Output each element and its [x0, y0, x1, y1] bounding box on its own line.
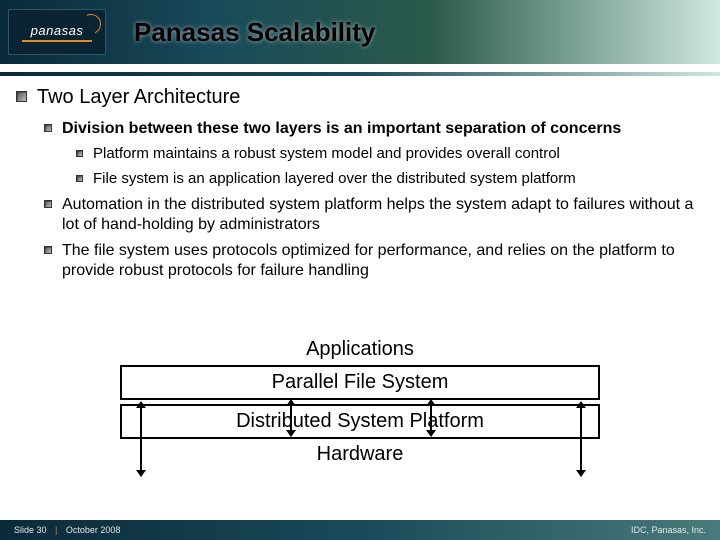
- sub1a-text: Platform maintains a robust system model…: [93, 145, 560, 164]
- heading-text: Two Layer Architecture: [37, 86, 240, 109]
- list-item: File system is an application layered ov…: [76, 170, 700, 189]
- footer-bar: Slide 30 | October 2008 IDC, Panasas, In…: [0, 520, 720, 540]
- footer-separator: |: [55, 525, 57, 535]
- double-arrow-icon: [430, 400, 432, 436]
- diagram-box-dsp: Distributed System Platform: [120, 404, 600, 439]
- sub1b-text: File system is an application layered ov…: [93, 170, 576, 189]
- double-arrow-icon: [290, 400, 292, 436]
- diagram-applications-label: Applications: [120, 338, 600, 361]
- diagram-hardware-label: Hardware: [120, 443, 600, 466]
- list-item: The file system uses protocols optimized…: [44, 241, 700, 281]
- sub1-text: Division between these two layers is an …: [62, 119, 621, 139]
- sub3-text: The file system uses protocols optimized…: [62, 241, 700, 281]
- diagram-box-pfs: Parallel File System: [120, 365, 600, 400]
- double-arrow-icon: [580, 402, 582, 476]
- footer-slide-number: Slide 30: [14, 525, 47, 535]
- list-item: Automation in the distributed system pla…: [44, 195, 700, 235]
- list-item: Division between these two layers is an …: [44, 119, 700, 139]
- list-item: Two Layer Architecture: [16, 86, 700, 109]
- content-area: Two Layer Architecture Division between …: [16, 86, 700, 287]
- slide-title: Panasas Scalability: [130, 15, 379, 50]
- panasas-logo: panasas: [8, 9, 106, 55]
- header-divider: [0, 72, 720, 76]
- bullet-icon: [44, 124, 52, 132]
- layer-diagram: Applications Parallel File System Distri…: [120, 336, 600, 468]
- header-band: panasas Panasas Scalability: [0, 0, 720, 64]
- logo-underline: [22, 40, 92, 42]
- footer-date: October 2008: [66, 525, 121, 535]
- bullet-icon: [76, 150, 83, 157]
- footer-right: IDC, Panasas, Inc.: [631, 525, 706, 535]
- list-item: Platform maintains a robust system model…: [76, 145, 700, 164]
- double-arrow-icon: [140, 402, 142, 476]
- sub2-text: Automation in the distributed system pla…: [62, 195, 700, 235]
- logo-text: panasas: [31, 23, 84, 38]
- footer-left: Slide 30 | October 2008: [14, 525, 120, 535]
- bullet-icon: [44, 200, 52, 208]
- bullet-icon: [44, 246, 52, 254]
- bullet-icon: [76, 175, 83, 182]
- bullet-icon: [16, 91, 27, 102]
